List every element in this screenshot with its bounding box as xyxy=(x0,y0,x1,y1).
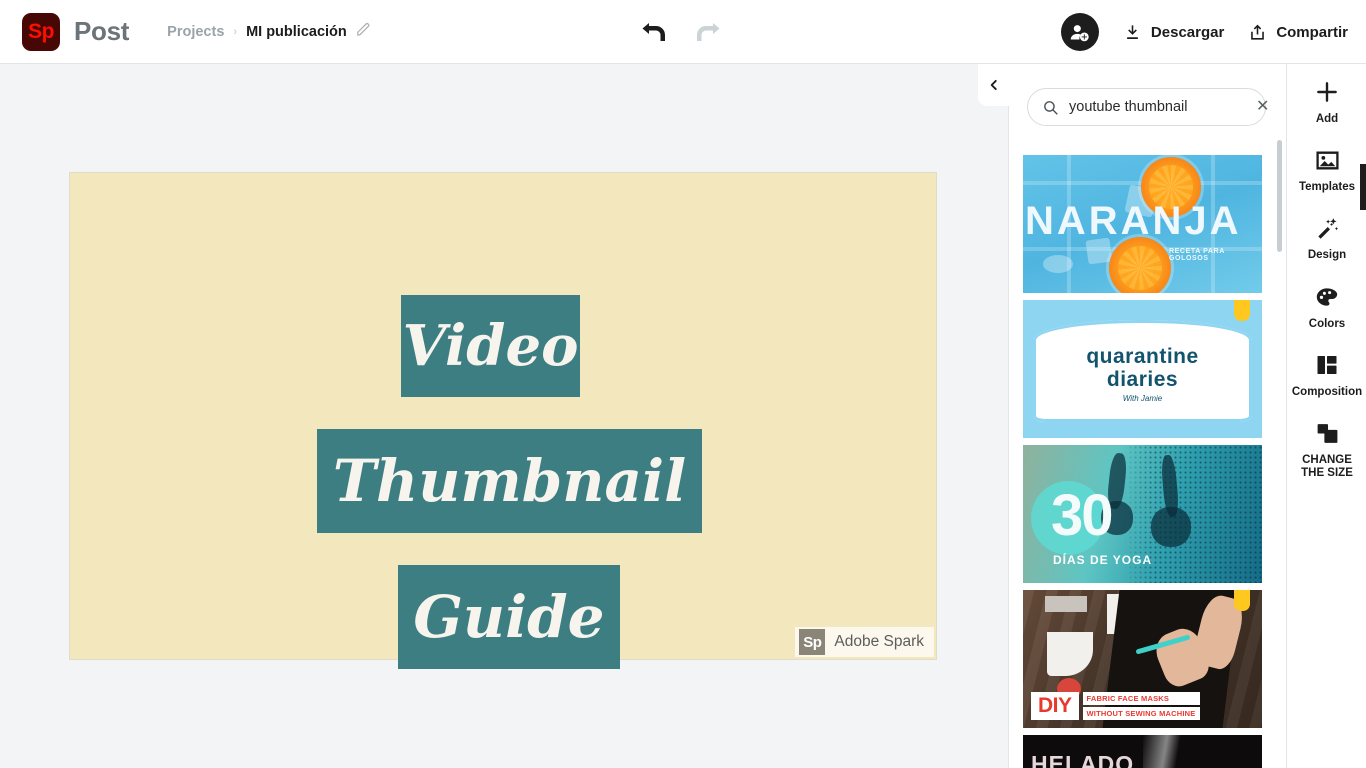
layout-icon xyxy=(1315,349,1339,381)
download-icon xyxy=(1123,23,1142,42)
template-title-line2: diaries xyxy=(1023,368,1262,392)
right-toolbar: Add Templates Design xyxy=(1286,64,1366,768)
collapse-panel-button[interactable] xyxy=(978,64,1010,106)
template-card-helado[interactable]: HELADO xyxy=(1023,735,1262,768)
brand[interactable]: Sp Post xyxy=(22,13,129,51)
panel-scrollbar[interactable] xyxy=(1277,140,1282,252)
close-icon[interactable]: ✕ xyxy=(1256,99,1269,115)
template-title: DIY xyxy=(1031,692,1079,720)
ice-cube xyxy=(1043,255,1073,273)
plus-icon xyxy=(1314,76,1340,108)
rail-item-composition[interactable]: Composition xyxy=(1287,337,1366,405)
invite-collaborator-button[interactable] xyxy=(1061,13,1099,51)
search-box[interactable]: ✕ xyxy=(1027,88,1266,126)
design-canvas[interactable]: Video Thumbnail Guide Sp Adobe Spark xyxy=(69,172,937,660)
template-sublabels: FABRIC FACE MASKS WITHOUT SEWING MACHINE xyxy=(1083,692,1200,720)
share-icon xyxy=(1248,23,1267,42)
template-label: DIY FABRIC FACE MASKS WITHOUT SEWING MAC… xyxy=(1031,692,1200,720)
magic-wand-icon xyxy=(1315,212,1340,244)
share-button[interactable]: Compartir xyxy=(1248,23,1348,42)
rail-label-change-the-size: CHANGE THE SIZE xyxy=(1291,454,1363,480)
template-title-line1: quarantine xyxy=(1023,345,1262,369)
breadcrumb-projects-link[interactable]: Projects xyxy=(167,24,224,40)
chevron-left-icon xyxy=(987,77,1001,93)
canvas-text-block-guide[interactable]: Guide xyxy=(398,565,620,669)
template-title: HELADO xyxy=(1031,751,1134,768)
redo-arrow-icon xyxy=(691,17,723,47)
premium-badge-icon xyxy=(1234,590,1250,611)
resize-icon xyxy=(1315,417,1340,449)
adobe-spark-watermark: Sp Adobe Spark xyxy=(795,627,934,657)
download-label: Descargar xyxy=(1151,24,1224,41)
rail-label-colors: Colors xyxy=(1309,318,1345,331)
breadcrumb: Projects › MI publicación xyxy=(167,22,371,41)
rail-label-templates: Templates xyxy=(1299,181,1355,194)
rail-label-composition: Composition xyxy=(1292,386,1362,399)
template-results-list[interactable]: NARANJA RECETA PARA GOLOSOS quarantine d… xyxy=(1023,155,1273,768)
template-title: NARANJA xyxy=(1025,199,1242,244)
rail-item-design[interactable]: Design xyxy=(1287,200,1366,268)
template-card-30-dias-de-yoga[interactable]: 30 DÍAS DE YOGA xyxy=(1023,445,1262,583)
history-controls xyxy=(636,13,726,51)
undo-arrow-icon xyxy=(639,17,671,47)
share-label: Compartir xyxy=(1276,24,1348,41)
redo-button[interactable] xyxy=(688,13,726,51)
add-person-icon xyxy=(1069,22,1090,43)
app-title: Post xyxy=(74,16,129,47)
template-card-quarantine-diaries[interactable]: quarantine diaries With Jamie xyxy=(1023,300,1262,438)
search-input[interactable] xyxy=(1069,99,1256,115)
watermark-label: Adobe Spark xyxy=(834,633,924,651)
adobe-spark-logo-icon: Sp xyxy=(22,13,60,51)
template-subtitle: RECETA PARA GOLOSOS xyxy=(1169,248,1262,262)
yoga-figure xyxy=(1151,507,1191,547)
canvas-text-block-thumbnail[interactable]: Thumbnail xyxy=(317,429,702,533)
breadcrumb-separator-icon: › xyxy=(233,26,237,38)
rail-item-templates[interactable]: Templates xyxy=(1287,132,1366,200)
top-bar: Sp Post Projects › MI publicación xyxy=(0,0,1366,64)
undo-button[interactable] xyxy=(636,13,674,51)
workspace: Video Thumbnail Guide Sp Adobe Spark xyxy=(0,64,978,768)
watermark-logo-icon: Sp xyxy=(799,629,825,655)
rail-item-change-the-size[interactable]: CHANGE THE SIZE xyxy=(1287,405,1366,486)
template-subtitle: With Jamie xyxy=(1023,394,1262,403)
template-card-naranja[interactable]: NARANJA RECETA PARA GOLOSOS xyxy=(1023,155,1262,293)
light-streak xyxy=(1143,735,1191,768)
premium-badge-icon xyxy=(1234,300,1250,321)
pencil-icon[interactable] xyxy=(356,22,371,41)
rail-item-colors[interactable]: Colors xyxy=(1287,269,1366,337)
canvas-text-block-video[interactable]: Video xyxy=(401,295,580,397)
rail-scrollbar[interactable] xyxy=(1360,164,1366,210)
template-title: 30 xyxy=(1051,487,1112,545)
template-subtitle: DÍAS DE YOGA xyxy=(1053,553,1152,567)
orange-slice xyxy=(1109,237,1171,293)
search-icon xyxy=(1042,99,1059,116)
rail-item-add[interactable]: Add xyxy=(1287,64,1366,132)
stapler xyxy=(1045,596,1087,612)
search-area: ✕ xyxy=(1027,88,1266,126)
template-line2: WITHOUT SEWING MACHINE xyxy=(1083,707,1200,720)
image-icon xyxy=(1315,144,1340,176)
templates-panel: ✕ NARANJA RECETA PARA GOLOSOS quarantine… xyxy=(1008,64,1286,768)
breadcrumb-current-project[interactable]: MI publicación xyxy=(246,24,347,40)
template-line1: FABRIC FACE MASKS xyxy=(1083,692,1200,705)
top-bar-actions: Descargar Compartir xyxy=(1061,0,1348,64)
rail-label-design: Design xyxy=(1308,249,1346,262)
template-card-diy-face-masks[interactable]: DIY FABRIC FACE MASKS WITHOUT SEWING MAC… xyxy=(1023,590,1262,728)
rail-label-add: Add xyxy=(1316,113,1338,126)
palette-icon xyxy=(1314,281,1340,313)
download-button[interactable]: Descargar xyxy=(1123,23,1224,42)
